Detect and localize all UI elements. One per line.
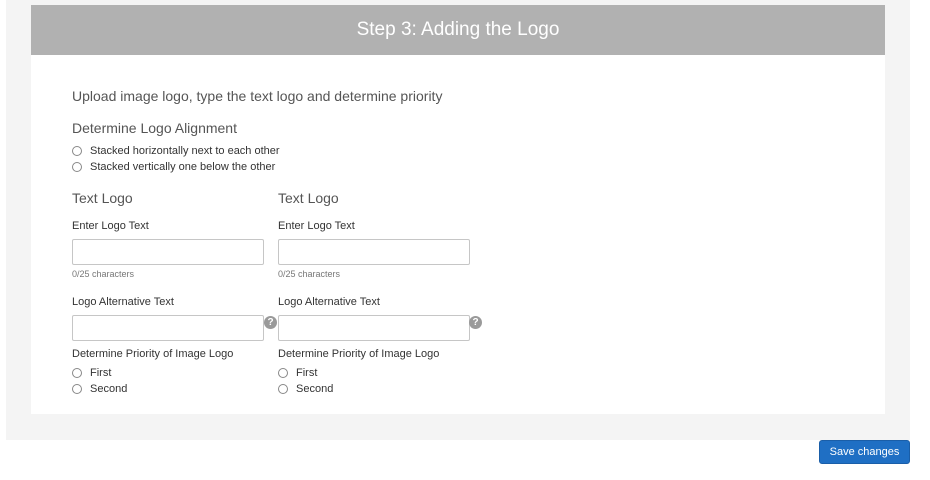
intro-text: Upload image logo, type the text logo an… — [72, 88, 443, 104]
radio-button[interactable] — [72, 146, 82, 156]
radio-button[interactable] — [278, 368, 288, 378]
save-changes-button[interactable]: Save changes — [819, 440, 910, 464]
alignment-option-label: Stacked horizontally next to each other — [90, 145, 280, 157]
help-icon[interactable]: ? — [264, 316, 277, 329]
radio-button[interactable] — [72, 162, 82, 172]
column-title: Text Logo — [278, 190, 339, 206]
step-header: Step 3: Adding the Logo — [31, 5, 885, 55]
radio-button[interactable] — [278, 384, 288, 394]
alt-text-label: Logo Alternative Text — [278, 296, 380, 308]
priority-option-second[interactable]: Second — [72, 383, 127, 395]
radio-button[interactable] — [72, 368, 82, 378]
character-counter: 0/25 characters — [278, 269, 341, 279]
character-counter: 0/25 characters — [72, 269, 135, 279]
column-title: Text Logo — [72, 190, 133, 206]
priority-option-label: Second — [296, 383, 334, 395]
priority-option-first[interactable]: First — [278, 367, 317, 379]
priority-label: Determine Priority of Image Logo — [72, 348, 234, 360]
priority-option-second[interactable]: Second — [278, 383, 333, 395]
priority-option-label: First — [296, 367, 318, 379]
radio-button[interactable] — [72, 384, 82, 394]
alt-text-input[interactable] — [278, 315, 470, 341]
logo-settings-panel: Upload image logo, type the text logo an… — [31, 55, 885, 414]
alignment-option-label: Stacked vertically one below the other — [90, 161, 276, 173]
alignment-option-vertical[interactable]: Stacked vertically one below the other — [72, 161, 275, 173]
alt-text-input[interactable] — [72, 315, 264, 341]
logo-text-input[interactable] — [278, 239, 470, 265]
step-title: Step 3: Adding the Logo — [356, 19, 560, 40]
priority-option-label: Second — [90, 383, 128, 395]
help-icon[interactable]: ? — [469, 316, 482, 329]
priority-option-label: First — [90, 367, 112, 379]
logo-text-input[interactable] — [72, 239, 264, 265]
logo-text-label: Enter Logo Text — [278, 220, 355, 232]
alignment-option-horizontal[interactable]: Stacked horizontally next to each other — [72, 145, 280, 157]
logo-text-label: Enter Logo Text — [72, 220, 149, 232]
priority-option-first[interactable]: First — [72, 367, 111, 379]
alignment-heading: Determine Logo Alignment — [72, 120, 237, 136]
priority-label: Determine Priority of Image Logo — [278, 348, 440, 360]
alt-text-label: Logo Alternative Text — [72, 296, 174, 308]
